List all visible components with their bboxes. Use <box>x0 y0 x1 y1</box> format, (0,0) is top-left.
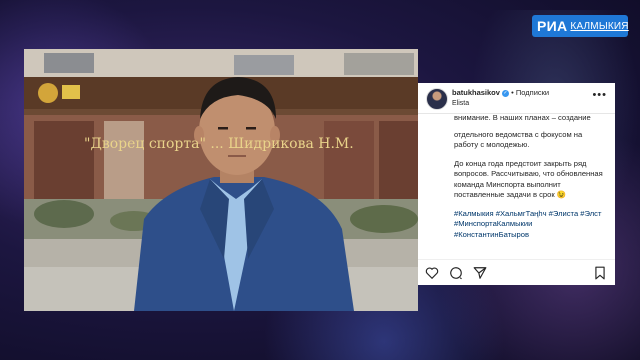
logo-brand: РИА <box>537 18 568 34</box>
caption-paragraph-2: До конца года предстоит закрыть ряд вопр… <box>454 158 603 200</box>
heart-icon[interactable] <box>425 266 439 280</box>
verified-icon: ✓ <box>502 89 510 97</box>
building-sign-text: "Дворец спорта" ... Шидрикова Н.М. <box>84 136 354 152</box>
caption-hashtags[interactable]: #Калмыкия #ХальмгТаңһч #Элиста #Элст #Ми… <box>454 209 606 241</box>
bookmark-icon[interactable] <box>593 266 607 280</box>
channel-logo: РИА КАЛМЫКИЯ <box>532 15 629 37</box>
avatar[interactable] <box>426 88 448 110</box>
location-link[interactable]: Elista <box>452 100 469 107</box>
caption-paragraph-1: отдельного ведомства с фокусом на работу… <box>454 129 583 150</box>
more-icon[interactable]: ••• <box>592 89 607 101</box>
user-line: batukhasikov ✓ • Подписки <box>452 88 549 97</box>
caption-cut-line: внимание. В наших планах – создание <box>454 113 591 122</box>
comment-icon[interactable] <box>449 266 463 280</box>
post-actions-bar <box>418 259 615 285</box>
follow-status[interactable]: Подписки <box>516 88 549 97</box>
share-icon[interactable] <box>473 266 487 280</box>
post-photo: "Дворец спорта" ... Шидрикова Н.М. <box>24 49 418 311</box>
post-caption: внимание. В наших планах – создание отде… <box>454 113 606 248</box>
photo-illustration <box>24 49 418 311</box>
dot-separator: • <box>511 88 514 97</box>
username-link[interactable]: batukhasikov <box>452 88 500 97</box>
logo-region: КАЛМЫКИЯ <box>570 20 629 32</box>
post-header: batukhasikov ✓ • Подписки Elista ••• <box>418 83 615 114</box>
instagram-post-panel: batukhasikov ✓ • Подписки Elista ••• вни… <box>418 83 615 285</box>
